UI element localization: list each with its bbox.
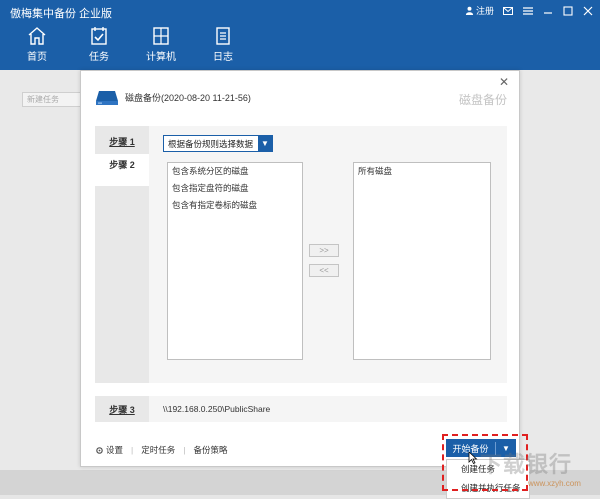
selected-rules-list: 所有磁盘 (353, 162, 491, 360)
register-link[interactable]: 注册 (465, 4, 494, 17)
rule-select-value: 根据备份规则选择数据 (168, 138, 254, 149)
nav-home-label: 首页 (27, 52, 47, 63)
nav-computers[interactable]: 计算机 (130, 26, 192, 66)
dialog-close-icon[interactable]: ✕ (499, 75, 509, 89)
minimize-icon[interactable] (542, 5, 554, 17)
nav-logs-label: 日志 (213, 52, 233, 63)
step-3-tab[interactable]: 步骤 3 (95, 396, 149, 422)
dialog-watermark: 磁盘备份 (458, 93, 507, 107)
dialog-header: 磁盘备份(2020-08-20 11-21-56) (95, 88, 251, 106)
settings-label: 设置 (106, 445, 124, 455)
gear-icon (96, 446, 103, 454)
computer-icon (153, 27, 169, 45)
nav-tasks[interactable]: 任务 (68, 26, 130, 66)
list-item[interactable]: 包含有指定卷标的磁盘 (168, 197, 302, 214)
app-title: 傲梅集中备份 企业版 (10, 8, 113, 20)
strategy-link[interactable]: 备份策略 (193, 444, 227, 456)
step-1-tab[interactable]: 步骤 1 (95, 130, 149, 152)
steps-panel: 步骤 1 步骤 2 根据备份规则选择数据 ▼ 包含系统分区的磁盘 包含指定盘符的… (95, 126, 507, 383)
home-icon (28, 27, 46, 45)
list-item[interactable]: 包含系统分区的磁盘 (168, 163, 302, 180)
step-2-content: 根据备份规则选择数据 ▼ 包含系统分区的磁盘 包含指定盘符的磁盘 包含有指定卷标… (149, 126, 507, 383)
user-icon (465, 6, 474, 15)
main-nav: 首页 任务 计算机 日志 (6, 26, 254, 66)
list-item[interactable]: 包含指定盘符的磁盘 (168, 180, 302, 197)
create-and-run-option[interactable]: 创建并执行任务 (447, 479, 529, 498)
nav-tasks-label: 任务 (89, 52, 109, 63)
window-controls: 注册 (465, 4, 594, 17)
disk-backup-dialog: ✕ 磁盘备份 磁盘备份(2020-08-20 11-21-56) 步骤 1 步骤… (80, 70, 520, 467)
register-label: 注册 (475, 6, 494, 16)
nav-logs[interactable]: 日志 (192, 26, 254, 66)
divider: | (131, 445, 134, 455)
settings-link[interactable]: 设置 (95, 444, 123, 456)
mail-icon[interactable] (502, 5, 514, 17)
move-left-button[interactable]: << (309, 264, 339, 277)
close-icon[interactable] (582, 5, 594, 17)
move-right-button[interactable]: >> (309, 244, 339, 257)
nav-computers-label: 计算机 (146, 52, 176, 63)
schedule-link[interactable]: 定时任务 (141, 444, 175, 456)
step-3-row: 步骤 3 \\192.168.0.250\PublicShare (95, 396, 507, 422)
new-task-field[interactable]: 新建任务 (22, 92, 84, 107)
menu-icon[interactable] (522, 5, 534, 17)
dialog-title: 磁盘备份(2020-08-20 11-21-56) (125, 92, 251, 103)
mouse-cursor-icon (468, 452, 478, 464)
task-icon (91, 27, 107, 45)
nav-home[interactable]: 首页 (6, 26, 68, 66)
destination-path[interactable]: \\192.168.0.250\PublicShare (149, 396, 507, 422)
title-bar: 傲梅集中备份 企业版 注册 首页 任务 计算机 日志 (0, 0, 600, 70)
available-rules-list: 包含系统分区的磁盘 包含指定盘符的磁盘 包含有指定卷标的磁盘 (167, 162, 303, 360)
chevron-down-icon: ▼ (258, 136, 272, 151)
maximize-icon[interactable] (562, 5, 574, 17)
step-2-tab[interactable]: 步骤 2 (95, 154, 149, 186)
divider: | (183, 445, 186, 455)
dialog-footer-links: 设置 | 定时任务 | 备份策略 (95, 444, 227, 456)
log-icon (216, 27, 230, 45)
brand-watermark: 下载银行 (480, 452, 573, 477)
disk-icon (96, 91, 118, 105)
list-item[interactable]: 所有磁盘 (354, 163, 490, 180)
rule-select[interactable]: 根据备份规则选择数据 ▼ (163, 135, 273, 152)
brand-watermark-url: www.xzyh.com (528, 479, 581, 488)
step-2-label: 步骤 2 (109, 159, 135, 170)
